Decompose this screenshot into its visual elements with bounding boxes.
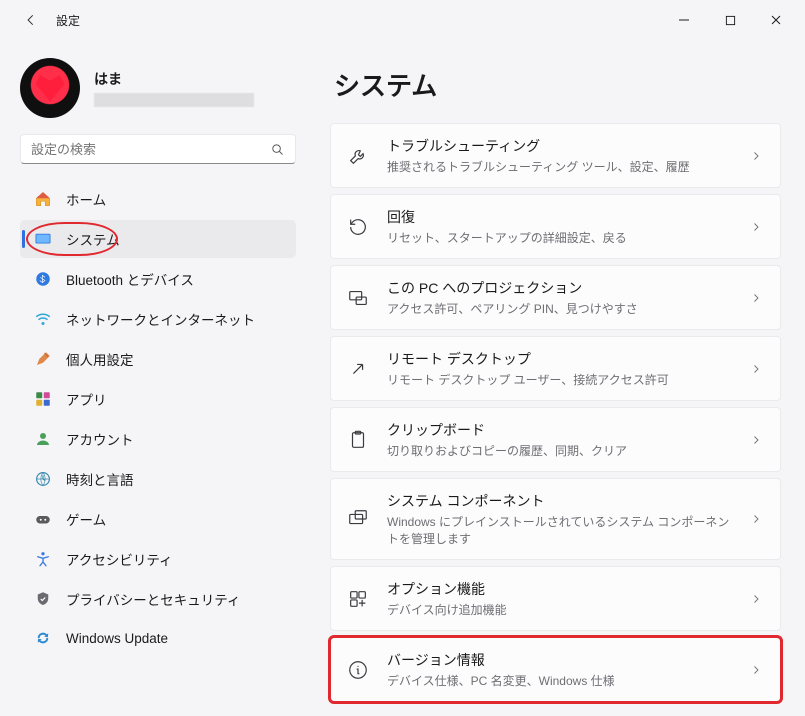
nav-label: ホーム: [66, 189, 106, 209]
chevron-right-icon: [750, 150, 764, 162]
nav-label: アカウント: [66, 429, 134, 449]
system-components-icon: [347, 508, 369, 530]
card-sub: デバイス仕様、PC 名変更、Windows 仕様: [387, 672, 732, 689]
nav-label: ゲーム: [66, 509, 106, 529]
nav-label: システム: [66, 229, 120, 249]
card-recovery[interactable]: 回復 リセット、スタートアップの詳細設定、戻る: [330, 194, 781, 259]
card-sub: リモート デスクトップ ユーザー、接続アクセス許可: [387, 371, 732, 388]
gaming-icon: [34, 510, 52, 528]
privacy-icon: [34, 590, 52, 608]
close-button[interactable]: [753, 0, 799, 40]
back-button[interactable]: [24, 13, 38, 27]
nav-label: アプリ: [66, 389, 107, 409]
card-title: 回復: [387, 207, 732, 227]
user-email-redacted: [94, 93, 254, 107]
nav-item-home[interactable]: ホーム: [20, 180, 296, 218]
system-icon: [34, 230, 52, 248]
nav-list: ホーム システム Bluetooth とデバイス ネットワークとインターネット: [14, 180, 302, 656]
avatar: [20, 58, 80, 118]
accounts-icon: [34, 430, 52, 448]
about-icon: [347, 659, 369, 681]
nav-label: 時刻と言語: [66, 469, 134, 489]
card-sub: Windows にプレインストールされているシステム コンポーネントを管理します: [387, 513, 732, 547]
user-box[interactable]: はま: [14, 52, 302, 134]
chevron-right-icon: [750, 363, 764, 375]
card-title: この PC へのプロジェクション: [387, 278, 732, 298]
maximize-button[interactable]: [707, 0, 753, 40]
sidebar: はま ホーム システム: [0, 40, 310, 716]
window-controls: [661, 0, 799, 40]
card-title: トラブルシューティング: [387, 136, 732, 156]
window-title: 設定: [56, 12, 80, 29]
clipboard-icon: [347, 429, 369, 451]
user-name: はま: [94, 69, 254, 89]
card-system-components[interactable]: システム コンポーネント Windows にプレインストールされているシステム …: [330, 478, 781, 560]
titlebar: 設定: [0, 0, 805, 40]
bluetooth-icon: [34, 270, 52, 288]
windows-update-icon: [34, 629, 52, 647]
nav-label: Bluetooth とデバイス: [66, 269, 194, 289]
nav-item-gaming[interactable]: ゲーム: [20, 500, 296, 538]
nav-item-network[interactable]: ネットワークとインターネット: [20, 300, 296, 338]
page-title: システム: [334, 66, 781, 103]
nav-label: アクセシビリティ: [66, 549, 173, 569]
apps-icon: [34, 390, 52, 408]
nav-label: ネットワークとインターネット: [66, 309, 255, 329]
nav-item-apps[interactable]: アプリ: [20, 380, 296, 418]
card-sub: デバイス向け追加機能: [387, 601, 732, 618]
card-title: バージョン情報: [387, 650, 732, 670]
home-icon: [34, 190, 52, 208]
nav-item-privacy[interactable]: プライバシーとセキュリティ: [20, 580, 296, 618]
nav-item-time-language[interactable]: 時刻と言語: [20, 460, 296, 498]
search-box[interactable]: [20, 134, 296, 164]
card-title: クリップボード: [387, 420, 732, 440]
card-projecting[interactable]: この PC へのプロジェクション アクセス許可、ペアリング PIN、見つけやすさ: [330, 265, 781, 330]
network-icon: [34, 310, 52, 328]
nav-item-windows-update[interactable]: Windows Update: [20, 620, 296, 656]
card-sub: リセット、スタートアップの詳細設定、戻る: [387, 229, 732, 246]
personalization-icon: [34, 350, 52, 368]
chevron-right-icon: [750, 292, 764, 304]
nav-item-bluetooth[interactable]: Bluetooth とデバイス: [20, 260, 296, 298]
card-about[interactable]: バージョン情報 デバイス仕様、PC 名変更、Windows 仕様: [330, 637, 781, 702]
settings-cards: トラブルシューティング 推奨されるトラブルシューティング ツール、設定、履歴 回…: [330, 123, 781, 702]
card-title: システム コンポーネント: [387, 491, 732, 511]
card-troubleshoot[interactable]: トラブルシューティング 推奨されるトラブルシューティング ツール、設定、履歴: [330, 123, 781, 188]
chevron-right-icon: [750, 664, 764, 676]
card-title: オプション機能: [387, 579, 732, 599]
nav-label: Windows Update: [66, 631, 168, 646]
nav-label: 個人用設定: [66, 349, 134, 369]
accessibility-icon: [34, 550, 52, 568]
nav-label: プライバシーとセキュリティ: [66, 589, 240, 609]
remote-desktop-icon: [347, 358, 369, 380]
card-title: リモート デスクトップ: [387, 349, 732, 369]
card-sub: アクセス許可、ペアリング PIN、見つけやすさ: [387, 300, 732, 317]
card-clipboard[interactable]: クリップボード 切り取りおよびコピーの履歴、同期、クリア: [330, 407, 781, 472]
nav-item-accessibility[interactable]: アクセシビリティ: [20, 540, 296, 578]
main-panel: システム トラブルシューティング 推奨されるトラブルシューティング ツール、設定…: [310, 40, 805, 716]
recovery-icon: [347, 216, 369, 238]
chevron-right-icon: [750, 221, 764, 233]
nav-item-personalization[interactable]: 個人用設定: [20, 340, 296, 378]
chevron-right-icon: [750, 434, 764, 446]
chevron-right-icon: [750, 593, 764, 605]
card-remote-desktop[interactable]: リモート デスクトップ リモート デスクトップ ユーザー、接続アクセス許可: [330, 336, 781, 401]
nav-item-accounts[interactable]: アカウント: [20, 420, 296, 458]
optional-features-icon: [347, 588, 369, 610]
chevron-right-icon: [750, 513, 764, 525]
card-sub: 推奨されるトラブルシューティング ツール、設定、履歴: [387, 158, 732, 175]
nav-item-system[interactable]: システム: [20, 220, 296, 258]
time-language-icon: [34, 470, 52, 488]
troubleshoot-icon: [347, 145, 369, 167]
search-input[interactable]: [31, 142, 269, 157]
minimize-button[interactable]: [661, 0, 707, 40]
card-sub: 切り取りおよびコピーの履歴、同期、クリア: [387, 442, 732, 459]
projecting-icon: [347, 287, 369, 309]
card-optional-features[interactable]: オプション機能 デバイス向け追加機能: [330, 566, 781, 631]
search-icon: [269, 141, 285, 157]
